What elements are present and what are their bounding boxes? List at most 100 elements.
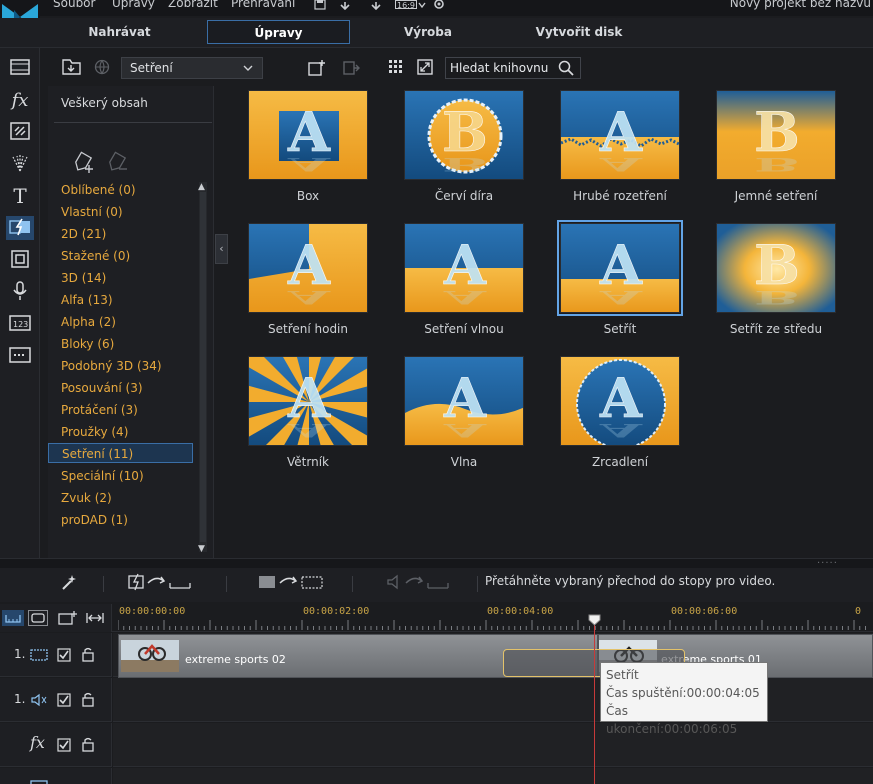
library-search-input[interactable]: Hledat knihovnu xyxy=(445,57,581,79)
fx-room-button[interactable]: fx xyxy=(6,88,34,112)
pip-room-button[interactable] xyxy=(6,248,34,272)
overlay-room-button[interactable] xyxy=(6,120,34,144)
overlay-track-lane[interactable] xyxy=(113,768,873,784)
category-item[interactable]: 2D (21) xyxy=(48,224,193,244)
aspect-ratio-button[interactable]: 16:9 xyxy=(395,0,417,10)
transition-thumbnail[interactable]: A A xyxy=(560,356,680,446)
menu-zobrazit[interactable]: Zobrazit xyxy=(168,0,218,10)
category-item[interactable]: Alpha (2) xyxy=(48,312,193,332)
transition-thumbnail[interactable]: B B xyxy=(716,223,836,313)
transition-thumbnail[interactable]: A A xyxy=(248,90,368,180)
aspect-dropdown-icon[interactable] xyxy=(417,0,427,12)
save-icon[interactable] xyxy=(314,0,326,12)
category-dropdown[interactable]: Setření xyxy=(121,57,263,79)
transition-tile[interactable]: A A Hrubé rozetření xyxy=(560,90,680,203)
tab-vytvorit-disk[interactable]: Vytvořit disk xyxy=(520,20,638,44)
transition-thumbnail[interactable]: A A xyxy=(248,356,368,446)
redo-icon[interactable] xyxy=(369,0,383,12)
timeline-ruler[interactable]: 00:00:00:00 00:00:02:00 00:00:04:00 00:0… xyxy=(0,604,873,632)
playhead-handle[interactable] xyxy=(588,614,601,626)
add-tag-icon[interactable] xyxy=(72,150,96,177)
undo-icon[interactable] xyxy=(338,0,352,12)
audio-room-button[interactable] xyxy=(6,280,34,304)
tab-nahravat[interactable]: Nahrávat xyxy=(62,20,177,44)
transition-tile[interactable]: A A Vlna xyxy=(404,356,524,469)
track-enable-checkbox[interactable] xyxy=(57,738,71,755)
transition-tile[interactable]: A A Větrník xyxy=(248,356,368,469)
scroll-up-icon[interactable]: ▲ xyxy=(198,182,205,192)
chapter-room-button[interactable]: 123 xyxy=(6,312,34,336)
category-item[interactable]: proDAD (1) xyxy=(48,510,193,530)
transition-thumbnail[interactable]: A A xyxy=(560,90,680,180)
category-item[interactable]: Zvuk (2) xyxy=(48,488,193,508)
menu-soubor[interactable]: Soubor xyxy=(53,0,95,10)
category-item[interactable]: Alfa (13) xyxy=(48,290,193,310)
magic-wand-icon[interactable] xyxy=(60,573,78,594)
scrollbar-thumb[interactable] xyxy=(200,192,206,542)
transition-tile[interactable]: B B Červí díra xyxy=(404,90,524,203)
transition-label: Jemné setření xyxy=(734,189,818,203)
lock-icon[interactable] xyxy=(82,692,94,710)
transition-thumbnail[interactable]: A A xyxy=(557,220,683,316)
media-room-button[interactable] xyxy=(6,56,34,80)
category-item[interactable]: Posouvání (3) xyxy=(48,378,193,398)
transition-thumbnail[interactable]: A A xyxy=(404,223,524,313)
transition-tile[interactable]: A A Setřít xyxy=(557,220,683,336)
apply-random-icon[interactable] xyxy=(258,573,324,594)
transition-thumbnail[interactable]: A A xyxy=(248,223,368,313)
all-content-label[interactable]: Veškerý obsah xyxy=(61,96,148,110)
grid-view-icon[interactable] xyxy=(388,59,404,78)
collapse-panel-handle[interactable]: ‹ xyxy=(215,234,228,264)
category-item[interactable]: Speciální (10) xyxy=(48,466,193,486)
track-enable-checkbox[interactable] xyxy=(57,693,71,710)
tab-vyroba[interactable]: Výroba xyxy=(380,20,476,44)
category-item[interactable]: Protáčení (3) xyxy=(48,400,193,420)
category-item[interactable]: Setření (11) xyxy=(48,443,193,463)
transition-tile[interactable]: B B Jemné setření xyxy=(716,90,836,203)
category-item[interactable]: Proužky (4) xyxy=(48,422,193,442)
settings-gear-icon[interactable] xyxy=(432,0,446,12)
fullscreen-icon[interactable] xyxy=(417,59,433,78)
category-item[interactable]: Oblíbené (0) xyxy=(48,180,193,200)
category-item[interactable]: 3D (14) xyxy=(48,268,193,288)
apply-to-all-video-icon[interactable] xyxy=(128,573,192,594)
transition-room-button[interactable] xyxy=(6,216,34,240)
storyboard-view-icon[interactable] xyxy=(28,610,48,626)
add-to-timeline-icon[interactable] xyxy=(308,59,326,80)
timeline-view-icon[interactable] xyxy=(2,610,24,626)
category-scrollbar[interactable] xyxy=(199,182,207,552)
add-track-icon[interactable] xyxy=(58,610,78,629)
transition-thumbnail[interactable]: B B xyxy=(404,90,524,180)
transition-tile[interactable]: A A Zrcadlení xyxy=(560,356,680,469)
transition-tile[interactable]: B B Setřít ze středu xyxy=(716,223,836,336)
online-globe-icon[interactable] xyxy=(94,59,110,78)
transition-thumbnail[interactable]: B B xyxy=(716,90,836,180)
apply-audio-transition-icon[interactable] xyxy=(386,573,450,594)
lock-icon[interactable] xyxy=(82,647,94,665)
fit-timeline-icon[interactable] xyxy=(86,610,104,629)
category-item[interactable]: Podobný 3D (34) xyxy=(48,356,193,376)
search-icon[interactable] xyxy=(558,60,574,82)
track-enable-checkbox[interactable] xyxy=(57,648,71,665)
remove-tag-icon[interactable] xyxy=(106,150,130,177)
subtitle-room-button[interactable] xyxy=(6,344,34,368)
category-item[interactable]: Vlastní (0) xyxy=(48,202,193,222)
transition-tile[interactable]: A A Box xyxy=(248,90,368,203)
particle-room-button[interactable] xyxy=(6,152,34,176)
lock-icon[interactable] xyxy=(82,737,94,755)
transition-thumbnail[interactable]: A A xyxy=(404,356,524,446)
transition-label: Setřít ze středu xyxy=(729,322,823,336)
scroll-down-icon[interactable]: ▼ xyxy=(198,544,205,554)
category-item[interactable]: Bloky (6) xyxy=(48,334,193,354)
category-item[interactable]: Stažené (0) xyxy=(48,246,193,266)
transition-tile[interactable]: A A Setření vlnou xyxy=(404,223,524,336)
title-room-button[interactable]: T xyxy=(6,184,34,208)
menu-upravy[interactable]: Úpravy xyxy=(112,0,155,10)
apply-transition-icon[interactable] xyxy=(342,59,360,80)
import-media-icon[interactable] xyxy=(62,58,82,79)
transition-tile[interactable]: A A Setření hodin xyxy=(248,223,368,336)
svg-text:A: A xyxy=(287,154,331,176)
menu-prehravani[interactable]: Přehrávání xyxy=(231,0,295,10)
tab-upravy[interactable]: Úpravy xyxy=(207,20,350,44)
panel-splitter[interactable]: ····· xyxy=(0,558,873,569)
